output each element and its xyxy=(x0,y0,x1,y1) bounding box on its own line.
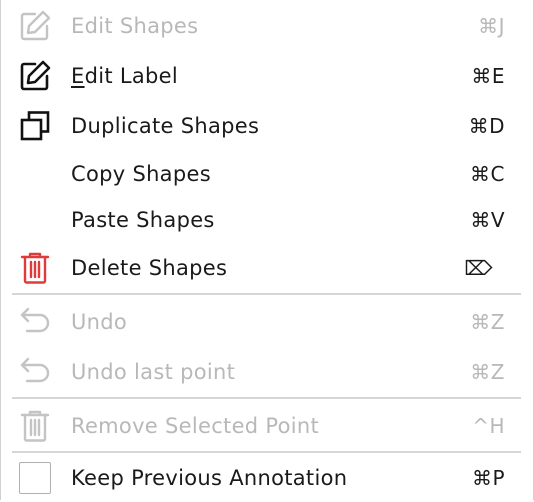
menu-item-remove-selected-point[interactable]: Remove Selected Point ^H xyxy=(1,402,534,450)
menu-item-edit-label[interactable]: Edit Label ⌘E xyxy=(1,52,534,100)
keep-previous-annotation-checkbox[interactable] xyxy=(19,462,51,494)
undo-icon xyxy=(17,354,53,390)
menu-item-shortcut: ⌘D xyxy=(468,114,505,138)
menu-item-label: Paste Shapes xyxy=(71,208,215,232)
trash-icon xyxy=(17,408,53,444)
menu-item-shortcut: ⌘Z xyxy=(470,310,505,334)
menu-item-label: Copy Shapes xyxy=(71,162,211,186)
menu-item-label: Duplicate Shapes xyxy=(71,114,260,138)
menu-item-label: Undo last point xyxy=(71,360,236,384)
menu-item-shortcut: ⌦ xyxy=(464,256,493,280)
menu-item-paste-shapes[interactable]: Paste Shapes ⌘V xyxy=(1,196,534,244)
menu-item-keep-previous-annotation[interactable]: Keep Previous Annotation ⌘P xyxy=(1,454,534,502)
menu-item-label: Delete Shapes xyxy=(71,256,228,280)
menu-item-duplicate-shapes[interactable]: Duplicate Shapes ⌘D xyxy=(1,102,534,150)
trash-icon xyxy=(17,250,53,286)
duplicate-icon xyxy=(17,108,53,144)
menu-item-shortcut: ⌘E xyxy=(471,64,505,88)
menu-item-label: Remove Selected Point xyxy=(71,414,320,438)
menu-item-label: Undo xyxy=(71,310,128,334)
menu-item-label: Edit Label xyxy=(71,64,179,88)
menu-item-label: Keep Previous Annotation xyxy=(71,466,348,490)
edit-shapes-icon xyxy=(17,8,53,44)
undo-icon xyxy=(17,304,53,340)
menu-item-shortcut: ^H xyxy=(472,414,505,438)
menu-item-shortcut: ⌘P xyxy=(471,466,505,490)
menu-item-shortcut: ⌘C xyxy=(470,162,505,186)
menu-item-copy-shapes[interactable]: Copy Shapes ⌘C xyxy=(1,150,534,198)
menu-item-edit-shapes[interactable]: Edit Shapes ⌘J xyxy=(1,2,534,50)
context-menu: Edit Shapes ⌘J Edit Label ⌘E Duplicate S… xyxy=(0,0,534,500)
menu-separator xyxy=(12,293,521,295)
menu-separator xyxy=(12,397,521,399)
menu-item-undo-last-point[interactable]: Undo last point ⌘Z xyxy=(1,348,534,396)
menu-item-label: Edit Shapes xyxy=(71,14,199,38)
menu-separator xyxy=(12,451,521,453)
menu-item-shortcut: ⌘J xyxy=(478,14,505,38)
menu-item-delete-shapes[interactable]: Delete Shapes ⌦ xyxy=(1,244,534,292)
menu-item-undo[interactable]: Undo ⌘Z xyxy=(1,298,534,346)
checkbox-icon[interactable] xyxy=(17,460,53,496)
menu-item-shortcut: ⌘V xyxy=(470,208,505,232)
menu-item-shortcut: ⌘Z xyxy=(470,360,505,384)
edit-label-icon xyxy=(17,58,53,94)
